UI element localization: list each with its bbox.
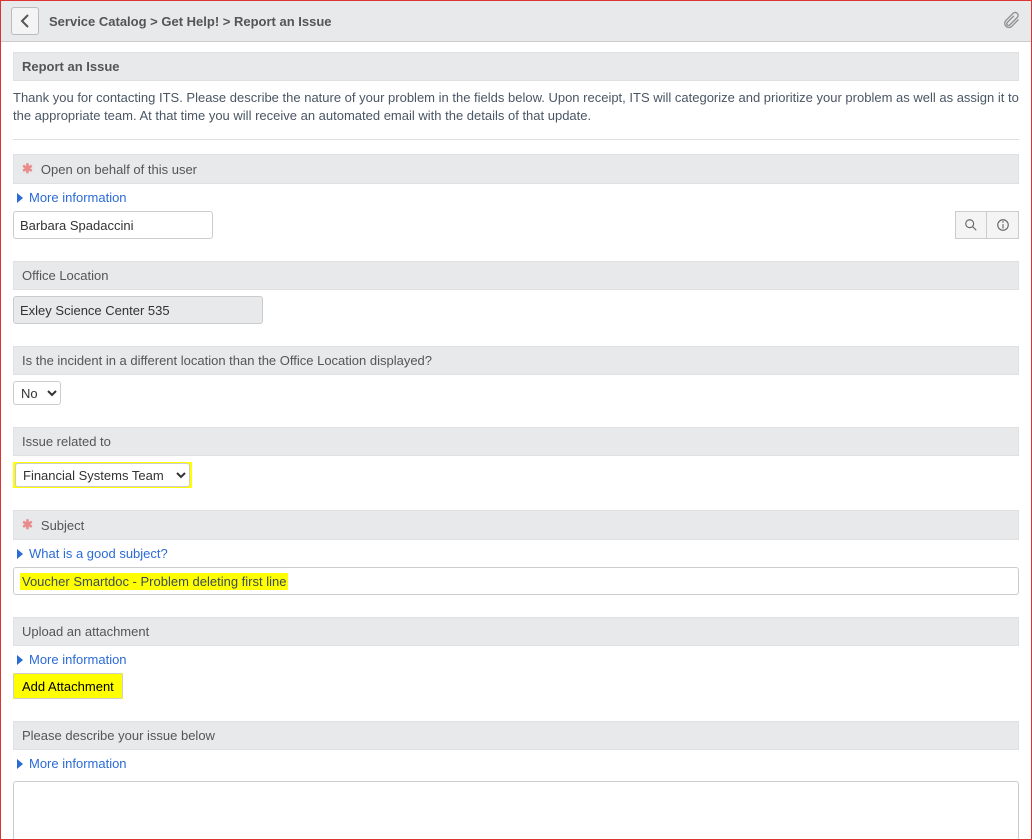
lookup-button[interactable] [955,211,987,239]
page-title: Report an Issue [13,52,1019,81]
field-issue-related: Issue related to Financial Systems Team [13,427,1019,488]
user-input[interactable] [13,211,213,239]
field-description: Please describe your issue below More in… [13,721,1019,839]
field-label-description: Please describe your issue below [13,721,1019,750]
disclosure-triangle-icon [17,759,23,769]
label-text: Office Location [22,268,108,283]
info-button[interactable] [987,211,1019,239]
field-label-attachment: Upload an attachment [13,617,1019,646]
field-label-diff-location: Is the incident in a different location … [13,346,1019,375]
label-text: Open on behalf of this user [41,162,197,177]
label-text: Upload an attachment [22,624,149,639]
paperclip-icon [1001,10,1021,30]
intro-text: Thank you for contacting ITS. Please des… [13,81,1019,140]
info-icon [996,218,1010,232]
label-text: Issue related to [22,434,111,449]
field-open-on-behalf: ✱ Open on behalf of this user More infor… [13,154,1019,239]
highlight-subject: Voucher Smartdoc - Problem deleting firs… [20,573,288,590]
field-label-issue-related: Issue related to [13,427,1019,456]
app-frame: Service Catalog > Get Help! > Report an … [0,0,1032,840]
attachment-more-info-link: More information [29,652,127,667]
more-info-toggle[interactable]: More information [17,190,1019,205]
description-textarea[interactable] [13,781,1019,839]
label-text: Please describe your issue below [22,728,215,743]
subject-help-link: What is a good subject? [29,546,168,561]
breadcrumb: Service Catalog > Get Help! > Report an … [49,14,331,29]
attachment-more-info-toggle[interactable]: More information [17,652,1019,667]
issue-related-select[interactable]: Financial Systems Team [15,463,190,487]
diff-location-select[interactable]: No [13,381,61,405]
disclosure-triangle-icon [17,193,23,203]
field-diff-location: Is the incident in a different location … [13,346,1019,405]
search-icon [964,218,978,232]
field-label-subject: ✱ Subject [13,510,1019,540]
label-text: Is the incident in a different location … [22,353,432,368]
highlight-issue-related: Financial Systems Team [13,462,192,488]
description-more-info-toggle[interactable]: More information [17,756,1019,771]
subject-help-toggle[interactable]: What is a good subject? [17,546,1019,561]
description-more-info-link: More information [29,756,127,771]
required-icon: ✱ [22,161,33,177]
highlight-add-attachment: Add Attachment [13,673,123,699]
more-info-link: More information [29,190,127,205]
attachments-icon[interactable] [1001,10,1021,33]
disclosure-triangle-icon [17,655,23,665]
back-button[interactable] [11,7,39,35]
field-office-location: Office Location [13,261,1019,324]
chevron-left-icon [20,14,30,28]
field-attachment: Upload an attachment More information Ad… [13,617,1019,699]
disclosure-triangle-icon [17,549,23,559]
label-text: Subject [41,518,84,533]
field-label-open-on-behalf: ✱ Open on behalf of this user [13,154,1019,184]
field-subject: ✱ Subject What is a good subject? Vouche… [13,510,1019,595]
required-icon: ✱ [22,517,33,533]
form-content: Report an Issue Thank you for contacting… [1,42,1031,839]
subject-input[interactable]: Voucher Smartdoc - Problem deleting firs… [13,567,1019,595]
add-attachment-button[interactable]: Add Attachment [13,673,123,699]
header-bar: Service Catalog > Get Help! > Report an … [1,1,1031,42]
office-location-input [13,296,263,324]
field-label-office-location: Office Location [13,261,1019,290]
